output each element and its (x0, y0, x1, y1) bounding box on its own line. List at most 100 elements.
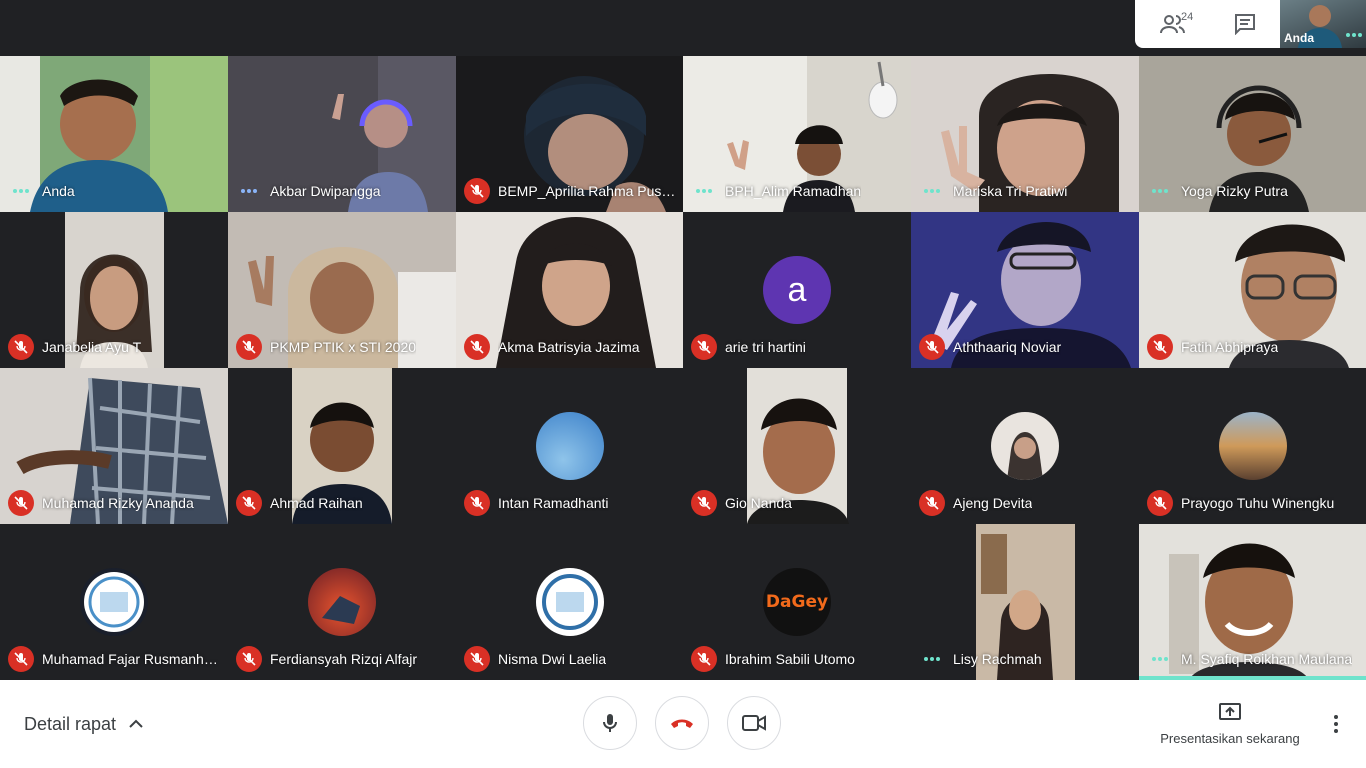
participant-name: Muhamad Fajar Rusmanhadi (42, 651, 222, 667)
avatar (535, 412, 604, 480)
participant-name: Akbar Dwipangga (270, 183, 381, 199)
participant-name: Yoga Rizky Putra (1181, 183, 1288, 199)
more-options-button[interactable] (1322, 710, 1350, 738)
participant-name: Lisy Rachmah (953, 651, 1042, 667)
participant-count: 24 (1181, 11, 1194, 23)
participant-name: arie tri hartini (725, 339, 806, 355)
meeting-details-label: Detail rapat (24, 713, 117, 734)
mic-off-icon (8, 334, 34, 360)
avatar: DaGey (763, 568, 831, 636)
participant-tile[interactable]: Akma Batrisyia Jazima (456, 212, 683, 368)
chat-icon (1235, 14, 1255, 35)
participant-tile[interactable]: Mariska Tri Pratiwi (911, 56, 1139, 212)
participant-name: Akma Batrisyia Jazima (498, 339, 640, 355)
mic-off-icon (464, 178, 490, 204)
participant-name: Intan Ramadhanti (498, 495, 609, 511)
participant-name: BPH_Alim Ramadhan (725, 183, 862, 199)
mic-off-icon (464, 646, 490, 672)
participant-name: Anda (42, 183, 75, 199)
meeting-details-button[interactable]: Detail rapat (24, 712, 148, 736)
present-now-button[interactable]: Presentasikan sekarang (1150, 702, 1310, 746)
mic-off-icon (919, 334, 945, 360)
mic-off-icon (464, 334, 490, 360)
speaking-indicator (1147, 178, 1173, 204)
camera-icon (742, 715, 766, 731)
participant-tile[interactable]: Intan Ramadhanti (456, 368, 683, 524)
participant-name: Nisma Dwi Laelia (498, 651, 607, 667)
mic-off-icon (919, 490, 945, 516)
participant-tile[interactable]: a arie tri hartini (683, 212, 911, 368)
people-button[interactable]: 24 (1137, 0, 1209, 48)
participant-tile[interactable]: Anda (0, 56, 228, 212)
participant-tile[interactable]: DaGey Ibrahim Sabili Utomo (683, 524, 911, 680)
participant-tile[interactable]: Muhamad Fajar Rusmanhadi (0, 524, 228, 680)
participant-name: Gio Nanda (725, 495, 792, 511)
participant-tile[interactable]: Prayogo Tuhu Winengku (1139, 368, 1366, 524)
avatar (308, 568, 376, 636)
camera-button[interactable] (727, 696, 781, 750)
avatar (1218, 412, 1287, 480)
speaking-indicator (1345, 24, 1363, 42)
participant-name: Muhamad Rizky Ananda (42, 495, 194, 511)
participant-name: Fatih Abhipraya (1181, 339, 1279, 355)
participant-name: Aththaariq Noviar (953, 339, 1062, 355)
speaking-indicator (919, 178, 945, 204)
participant-name: Ajeng Devita (953, 495, 1033, 511)
participant-name: BEMP_Aprilia Rahma Puspita (498, 183, 677, 199)
mic-off-icon (691, 334, 717, 360)
mic-off-icon (236, 646, 262, 672)
mic-off-icon (1147, 334, 1173, 360)
more-vert-icon (1334, 715, 1338, 733)
participant-tile[interactable]: Ferdiansyah Rizqi Alfajr (228, 524, 456, 680)
mic-off-icon (464, 490, 490, 516)
avatar-logo-text: DaGey (765, 592, 829, 612)
microphone-button[interactable] (583, 696, 637, 750)
speaking-indicator (1147, 646, 1173, 672)
participant-tile[interactable]: Nisma Dwi Laelia (456, 524, 683, 680)
hang-up-icon (671, 719, 693, 728)
speaking-indicator (8, 178, 34, 204)
participant-tile[interactable]: Janabelia Ayu T (0, 212, 228, 368)
participant-tile[interactable]: BPH_Alim Ramadhan (683, 56, 911, 212)
participant-name: Mariska Tri Pratiwi (953, 183, 1068, 199)
participant-name: PKMP PTIK x STI 2020 (270, 339, 417, 355)
avatar (535, 568, 604, 636)
mic-off-icon (236, 334, 262, 360)
participant-tile[interactable]: Gio Nanda (683, 368, 911, 524)
chat-button[interactable] (1209, 0, 1281, 48)
self-view-label: Anda (1284, 31, 1314, 45)
microphone-icon (603, 714, 617, 732)
participant-tile[interactable]: Aththaariq Noviar (911, 212, 1139, 368)
participant-tile[interactable]: BEMP_Aprilia Rahma Puspita (456, 56, 683, 212)
mic-off-icon (8, 646, 34, 672)
participant-name: Ibrahim Sabili Utomo (725, 651, 855, 667)
participant-name: Prayogo Tuhu Winengku (1181, 495, 1335, 511)
participant-tile[interactable]: Ajeng Devita (911, 368, 1139, 524)
speaking-indicator (919, 646, 945, 672)
avatar (80, 568, 148, 636)
mic-off-icon (1147, 490, 1173, 516)
mic-off-icon (691, 646, 717, 672)
chevron-up-icon (129, 719, 143, 728)
participant-name: M. Syafiq Roikhan Maulana (1181, 651, 1353, 667)
hang-up-button[interactable] (655, 696, 709, 750)
mic-off-icon (236, 490, 262, 516)
avatar (991, 412, 1059, 480)
participant-tile[interactable]: Yoga Rizky Putra (1139, 56, 1366, 212)
speaking-indicator (236, 178, 262, 204)
participant-tile[interactable]: Lisy Rachmah (911, 524, 1139, 680)
participant-name: Janabelia Ayu T (42, 339, 142, 355)
participant-tile[interactable]: Ahmad Raihan (228, 368, 456, 524)
participant-tile[interactable]: Fatih Abhipraya (1139, 212, 1366, 368)
present-now-label: Presentasikan sekarang (1160, 731, 1300, 746)
self-view-thumbnail[interactable]: Anda (1280, 0, 1366, 48)
participant-tile[interactable]: Akbar Dwipangga (228, 56, 456, 212)
speaking-indicator (691, 178, 717, 204)
participant-tile[interactable]: Muhamad Rizky Ananda (0, 368, 228, 524)
bottom-toolbar: Detail rapat Presentasikan sekarang (0, 680, 1366, 768)
participant-tile[interactable]: PKMP PTIK x STI 2020 (228, 212, 456, 368)
participant-grid: Anda Akbar Dwipangga BEMP_Aprilia Rahma … (0, 56, 1366, 680)
participant-tile[interactable]: M. Syafiq Roikhan Maulana (1139, 524, 1366, 680)
present-screen-icon (1219, 703, 1241, 720)
participant-name: Ahmad Raihan (270, 495, 363, 511)
